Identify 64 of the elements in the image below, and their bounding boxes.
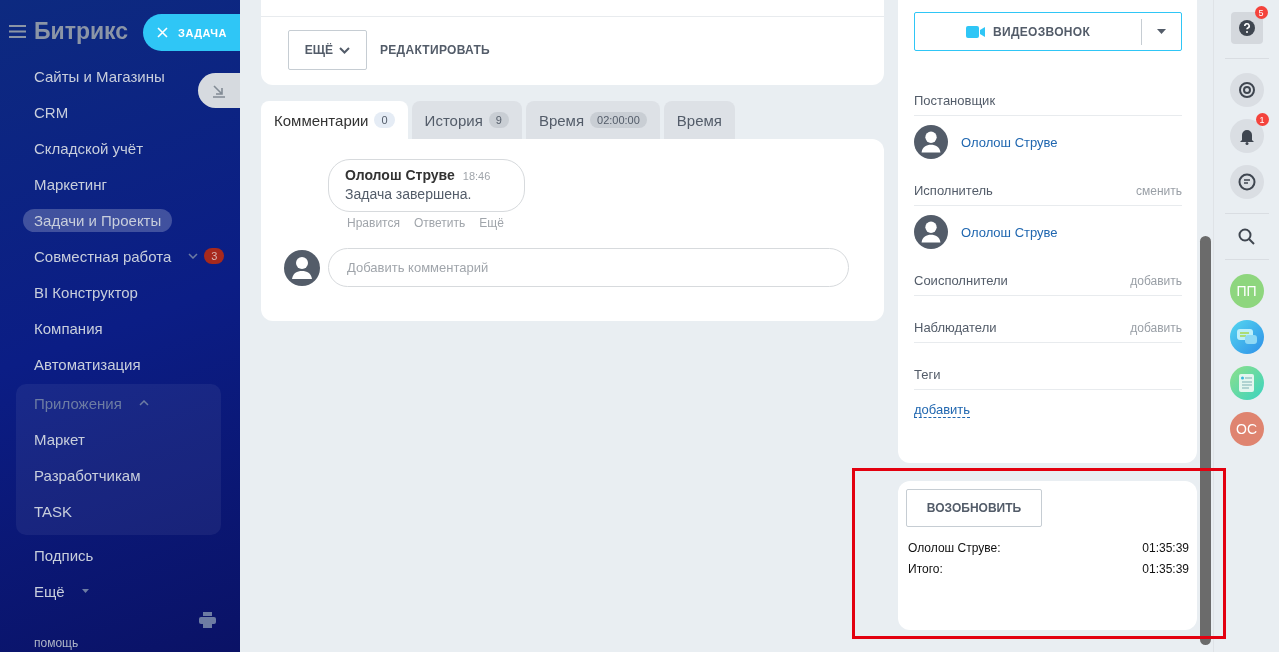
video-camera-icon: [966, 25, 985, 38]
sidebar-item[interactable]: Подпись: [23, 543, 105, 567]
person-link[interactable]: Ололош Струве: [961, 134, 1058, 150]
add-tag-link[interactable]: добавить: [914, 402, 971, 418]
section-title: Соисполнители: [914, 273, 1008, 288]
tab[interactable]: Время 02:00:00: [525, 101, 660, 139]
time-label: Ололош Струве:: [908, 541, 1001, 555]
sidebar-item[interactable]: BI Конструктор: [23, 280, 149, 304]
resume-button[interactable]: ВОЗОБНОВИТЬ: [906, 489, 1042, 527]
sidebar-item[interactable]: Складской учёт: [23, 136, 155, 160]
scrollbar[interactable]: [1200, 236, 1211, 645]
section-title: Исполнитель: [914, 183, 993, 198]
comment-author[interactable]: Ололош Струве: [345, 167, 455, 183]
time-value: 01:35:39: [1142, 541, 1189, 555]
section-title: Наблюдатели: [914, 320, 997, 335]
sidebar-item[interactable]: TASK: [23, 499, 84, 523]
logo-text: Битрикс: [34, 17, 129, 45]
tab-counter: 02:00:00: [590, 112, 647, 128]
video-call-button[interactable]: ВИДЕОЗВОНОК: [914, 12, 1182, 51]
bell-icon: [1238, 127, 1255, 145]
sidebar-item[interactable]: Сайты и Магазины: [23, 64, 176, 88]
close-icon: [157, 27, 168, 38]
sync-button[interactable]: [1229, 73, 1264, 107]
sidebar-item[interactable]: Компания: [23, 316, 114, 340]
help-link[interactable]: помощь: [34, 636, 79, 650]
arrow-down-right-icon: [212, 83, 226, 98]
tab[interactable]: Комментарии 0: [261, 101, 408, 139]
collapse-button[interactable]: [198, 73, 240, 108]
sidebar-item[interactable]: Совместная работа: [23, 244, 183, 268]
sidebar-item[interactable]: Задачи и Проекты: [23, 208, 173, 232]
comment-text: Задача завершена.: [345, 186, 473, 202]
chevron-down-icon: [339, 46, 351, 54]
printer-icon[interactable]: [199, 612, 216, 628]
comment-time: 18:46: [462, 170, 491, 182]
time-value: 01:35:39: [1142, 562, 1189, 576]
menu-icon[interactable]: [9, 24, 26, 38]
search-icon[interactable]: [1238, 228, 1255, 245]
chat-bubble-icon: [1237, 173, 1256, 191]
person-link[interactable]: Ололош Струве: [961, 224, 1058, 240]
tab[interactable]: История 9: [411, 101, 522, 139]
sidebar-item[interactable]: Маркетинг: [23, 172, 118, 196]
avatar-icon: [914, 125, 948, 159]
sidebar-item[interactable]: Автоматизация: [23, 352, 152, 376]
caret-down-icon: [1157, 29, 1166, 34]
section-title: Постановщик: [914, 93, 996, 108]
tab-counter: 9: [488, 112, 509, 128]
help-icon: [1238, 20, 1255, 36]
counter-badge: 1: [1255, 113, 1269, 126]
messages-button[interactable]: [1229, 165, 1264, 199]
time-label: Итого:: [908, 562, 943, 576]
section-title: Теги: [914, 367, 941, 382]
more-button[interactable]: ЕЩЁ: [288, 30, 367, 70]
tab-counter: 0: [374, 112, 395, 128]
sidebar-item[interactable]: Маркет: [23, 427, 96, 451]
counter-badge: 3: [204, 248, 225, 264]
help-button[interactable]: [1230, 12, 1263, 44]
avatar-icon: [284, 249, 320, 286]
notifications-button[interactable]: [1229, 119, 1264, 153]
edit-link[interactable]: РЕДАКТИРОВАТЬ: [380, 43, 490, 57]
avatar-icon: [914, 215, 948, 249]
sidebar-item[interactable]: CRM: [23, 100, 80, 124]
tab[interactable]: Время: [663, 101, 735, 139]
sidebar-item[interactable]: Разработчикам: [23, 463, 152, 487]
sidebar-item[interactable]: Ещё: [23, 579, 76, 603]
